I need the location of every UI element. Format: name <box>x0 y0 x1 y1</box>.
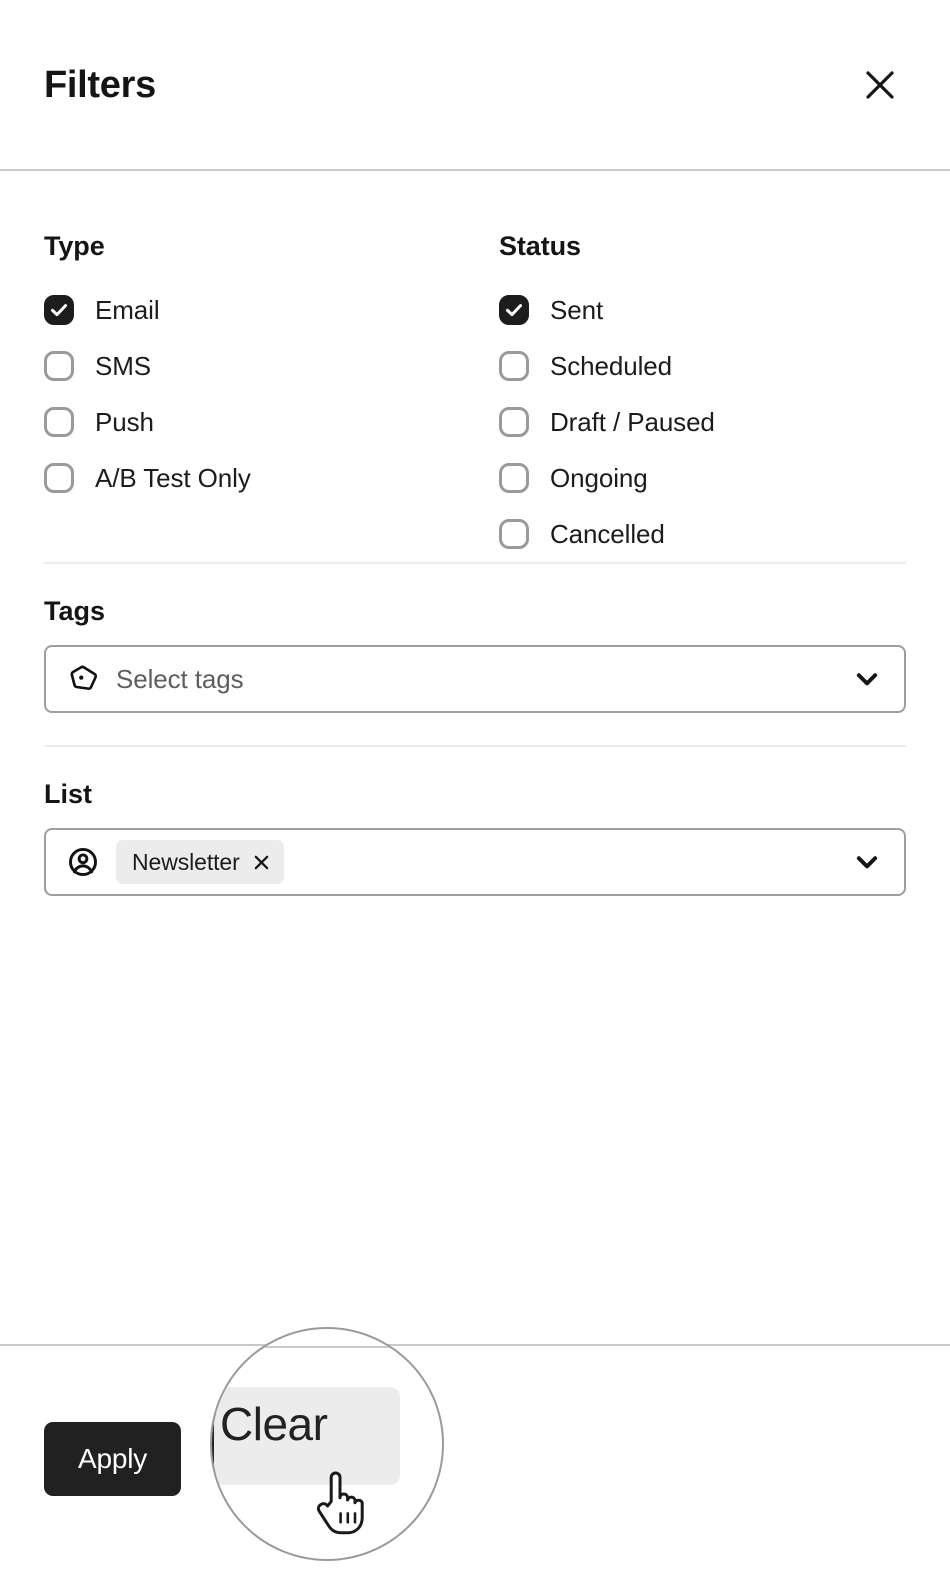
magnified-clear-label: Clear <box>220 1398 328 1450</box>
checkbox-label-sms: SMS <box>95 351 152 381</box>
page-title: Filters <box>44 63 156 106</box>
panel-header: Filters <box>0 0 950 171</box>
filter-group-status: Status Sent Scheduled Draft / Paused Ong… <box>499 233 906 562</box>
checkbox-sms[interactable] <box>44 351 74 381</box>
list-label: List <box>44 779 93 809</box>
chip-label: Newsletter <box>132 848 240 875</box>
filters-panel: Filters Type Email SMS Push A/B Test Onl… <box>0 0 950 1572</box>
checkbox-push[interactable] <box>44 407 74 437</box>
contact-circle-icon <box>66 845 100 879</box>
group-title-type: Type <box>44 231 105 261</box>
checkbox-scheduled[interactable] <box>499 351 529 381</box>
filter-group-type: Type Email SMS Push A/B Test Only <box>44 233 499 562</box>
magnifier-overlay: Clear <box>210 1327 444 1561</box>
tags-select-content: Select tags <box>116 664 838 695</box>
panel-footer: Apply Clear <box>0 1344 950 1572</box>
list-select-content: Newsletter <box>116 840 838 884</box>
checkbox-ab-test-only[interactable] <box>44 463 74 493</box>
panel-body: Type Email SMS Push A/B Test Only Status… <box>0 171 950 1344</box>
checkbox-row-cancelled[interactable]: Cancelled <box>499 506 906 562</box>
tags-select[interactable]: Select tags <box>44 645 906 713</box>
tags-section: Tags Select tags <box>0 564 950 745</box>
group-title-status: Status <box>499 231 581 261</box>
chevron-down-icon[interactable] <box>852 847 882 877</box>
tags-placeholder: Select tags <box>116 663 244 694</box>
close-icon <box>863 68 897 102</box>
list-section: List Newsletter <box>0 747 950 928</box>
check-icon <box>51 304 67 317</box>
checkbox-row-push[interactable]: Push <box>44 394 499 450</box>
checkbox-label-draft-paused: Draft / Paused <box>550 407 715 437</box>
chip-remove-icon[interactable] <box>252 853 271 872</box>
tags-label: Tags <box>44 596 106 626</box>
checkbox-row-sent[interactable]: Sent <box>499 282 906 338</box>
checkbox-label-email: Email <box>95 295 160 325</box>
checkbox-label-ab-test-only: A/B Test Only <box>95 463 251 493</box>
checkbox-label-scheduled: Scheduled <box>550 351 672 381</box>
list-select[interactable]: Newsletter <box>44 828 906 896</box>
check-icon <box>506 304 522 317</box>
checkbox-row-draft-paused[interactable]: Draft / Paused <box>499 394 906 450</box>
checkbox-row-ab-test-only[interactable]: A/B Test Only <box>44 450 499 506</box>
checkbox-row-ongoing[interactable]: Ongoing <box>499 450 906 506</box>
checkbox-label-push: Push <box>95 407 154 437</box>
chevron-down-icon[interactable] <box>852 664 882 694</box>
checkbox-row-sms[interactable]: SMS <box>44 338 499 394</box>
pointing-hand-cursor <box>312 1467 374 1539</box>
checkbox-email[interactable] <box>44 295 74 325</box>
apply-button[interactable]: Apply <box>44 1422 182 1496</box>
checkbox-label-cancelled: Cancelled <box>550 519 665 549</box>
list-chip-newsletter[interactable]: Newsletter <box>116 840 284 884</box>
checkbox-cancelled[interactable] <box>499 519 529 549</box>
magnifier-content: Clear <box>212 1329 442 1559</box>
checkbox-row-scheduled[interactable]: Scheduled <box>499 338 906 394</box>
close-button[interactable] <box>854 59 906 111</box>
checkbox-label-ongoing: Ongoing <box>550 463 648 493</box>
tag-icon <box>66 662 100 696</box>
checkbox-draft-paused[interactable] <box>499 407 529 437</box>
checkbox-columns: Type Email SMS Push A/B Test Only Status… <box>0 171 950 562</box>
checkbox-sent[interactable] <box>499 295 529 325</box>
checkbox-row-email[interactable]: Email <box>44 282 499 338</box>
checkbox-label-sent: Sent <box>550 295 604 325</box>
magnified-footer-divider <box>212 1346 442 1348</box>
checkbox-ongoing[interactable] <box>499 463 529 493</box>
